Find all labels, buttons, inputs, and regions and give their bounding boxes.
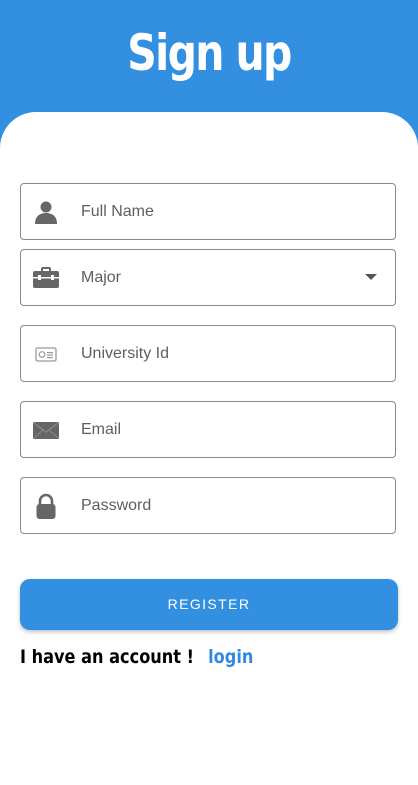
full-name-field[interactable]: Full Name (20, 183, 396, 240)
login-link[interactable]: login (208, 646, 253, 668)
full-name-placeholder: Full Name (81, 203, 154, 220)
university-id-placeholder: University Id (81, 345, 170, 362)
envelope-icon (33, 417, 59, 443)
password-field[interactable]: Password (20, 477, 396, 534)
briefcase-icon (33, 265, 59, 291)
account-prompt-line: I have an account ! login (20, 646, 253, 668)
lock-icon (33, 493, 59, 519)
register-button[interactable]: REGISTER (20, 579, 398, 630)
university-id-field[interactable]: University Id (20, 325, 396, 382)
page-title: Sign up (127, 24, 292, 82)
account-prompt-text: I have an account ! (20, 646, 194, 668)
email-field[interactable]: Email (20, 401, 396, 458)
email-placeholder: Email (81, 421, 122, 438)
major-placeholder: Major (81, 269, 122, 286)
id-card-icon (33, 341, 59, 367)
signup-screen: Sign up Full Name Major University Id Em… (0, 0, 418, 785)
caret-down-icon (365, 274, 377, 280)
major-dropdown[interactable]: Major (20, 249, 396, 306)
password-placeholder: Password (81, 497, 152, 514)
person-icon (33, 199, 59, 225)
